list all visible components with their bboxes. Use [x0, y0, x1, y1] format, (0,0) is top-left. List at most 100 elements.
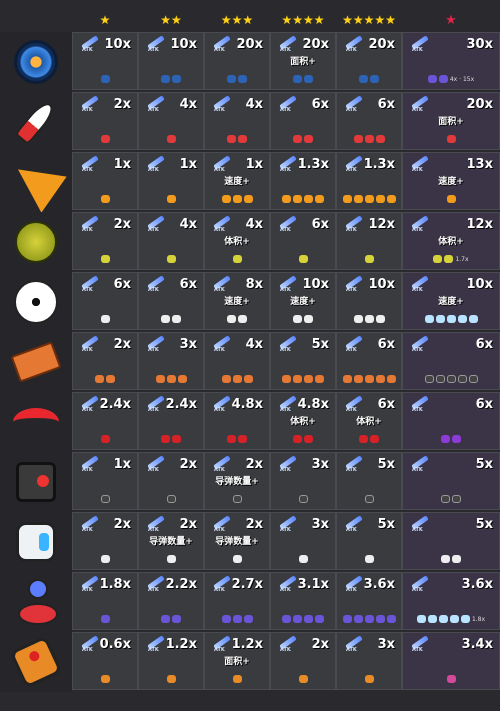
projectile-icon [238, 435, 247, 443]
projectile-icon [441, 555, 450, 563]
projectile-icon [304, 135, 313, 143]
upgrade-cell: ATK 6x [270, 92, 336, 150]
drill-weapon-cell[interactable] [0, 151, 72, 213]
attack-multiplier: 3.6x [363, 577, 395, 592]
attack-multiplier: 3.6x [461, 577, 493, 592]
sword-icon: ATK [343, 635, 365, 653]
projectile-count [139, 135, 203, 143]
sword-icon: ATK [79, 35, 101, 53]
projectile-icon [444, 255, 454, 263]
projectile-icon [386, 375, 396, 383]
projectile-count [205, 495, 269, 503]
projectile-icon [353, 195, 363, 203]
sword-icon: ATK [79, 335, 101, 353]
projectile-count [403, 675, 499, 683]
projectile-count [73, 75, 137, 83]
projectile-icon [95, 375, 104, 383]
attack-multiplier: 6x [377, 337, 395, 352]
projectile-icon [435, 375, 445, 383]
boomer-weapon-cell[interactable] [0, 392, 72, 452]
rocket-weapon-cell[interactable] [0, 92, 72, 152]
upgrade-cell: ATK 3x [270, 512, 336, 570]
projectile-icon [238, 75, 247, 83]
projectile-icon [298, 555, 308, 563]
atk-label: ATK [412, 167, 423, 173]
weapon-row-lamp: ATK 1.8x ATK 2.2x ATK 2.7x ATK 3.1x ATK 3.6x ATK 3.… [0, 572, 500, 632]
projectile-icon [106, 375, 115, 383]
upgrade-cell: ATK 1.3x [270, 152, 336, 210]
atk-label: ATK [412, 107, 423, 113]
atk-label: ATK [214, 587, 225, 593]
sword-icon: ATK [79, 215, 101, 233]
projectile-count [73, 495, 137, 503]
projectile-icon [342, 195, 352, 203]
projectile-count [337, 435, 401, 443]
projectile-count [205, 435, 269, 443]
sword-icon: ATK [79, 95, 101, 113]
projectile-count [403, 435, 499, 443]
upgrade-cell: ATK 5x [270, 332, 336, 390]
projectile-count [205, 75, 269, 83]
upgrade-cell: ATK 1.8x [72, 572, 138, 630]
projectile-icon [315, 195, 324, 203]
projectile-count [73, 135, 137, 143]
durian-weapon-cell[interactable] [0, 212, 72, 272]
sword-icon: ATK [409, 215, 431, 233]
attack-multiplier: 30x [466, 37, 493, 52]
bonus-note: 速度+ [438, 297, 464, 307]
sword-icon: ATK [145, 515, 167, 533]
upgrade-cell: ATK 2x [138, 452, 204, 510]
projectile-icon [353, 135, 363, 143]
sword-icon: ATK [211, 515, 233, 533]
star-level-2: ★★ [138, 0, 204, 32]
weapon-row-pod: ATK 2x ATK 2x 导弹数量+ ATK 2x 导弹数量+ ATK 3x ATK 5x ATK 5x [0, 512, 500, 572]
atk-label: ATK [280, 587, 291, 593]
attack-multiplier: 10x [368, 277, 395, 292]
upgrade-cell: ATK 10x [138, 32, 204, 90]
extra-multiplier: 4x · 15x [449, 76, 475, 83]
pod-weapon-cell[interactable] [0, 512, 72, 572]
sword-icon: ATK [343, 335, 365, 353]
upgrade-cell: ATK 12x 体积+ 1.7x [402, 212, 500, 270]
atk-label: ATK [214, 347, 225, 353]
projectile-icon [100, 255, 110, 263]
projectile-count [139, 375, 203, 383]
weapon-row-joy: ATK 0.6x ATK 1.2x ATK 1.2x 面积+ ATK 2x ATK 3x ATK 3.4… [0, 632, 500, 692]
bonus-note: 面积+ [224, 657, 250, 667]
attack-multiplier: 10x [302, 277, 329, 292]
attack-multiplier: 5x [377, 517, 395, 532]
brick-weapon-cell[interactable] [0, 332, 72, 392]
robot-icon [16, 462, 56, 502]
gyro-weapon-cell[interactable] [0, 32, 72, 92]
projectile-icon [441, 435, 450, 443]
sword-icon: ATK [343, 275, 365, 293]
upgrade-cell: ATK 5x [336, 512, 402, 570]
atk-label: ATK [346, 287, 357, 293]
robot-weapon-cell[interactable] [0, 452, 72, 512]
attack-multiplier: 3.1x [297, 577, 329, 592]
sword-icon: ATK [343, 95, 365, 113]
projectile-icon [364, 255, 374, 263]
weapon-row-durian: ATK 2x ATK 4x ATK 4x 体积+ ATK 6x ATK 12x ATK 12x 体积+ 1.… [0, 212, 500, 272]
joy-weapon-cell[interactable] [0, 632, 72, 692]
upgrade-cell: ATK 1.3x [336, 152, 402, 210]
upgrade-cell: ATK 2x [72, 332, 138, 390]
projectile-icon [364, 675, 374, 683]
ball-weapon-cell[interactable] [0, 272, 72, 332]
bonus-note: 导弹数量+ [215, 477, 259, 487]
attack-multiplier: 5x [377, 457, 395, 472]
projectile-icon [452, 495, 461, 503]
atk-label: ATK [148, 347, 159, 353]
projectile-icon [435, 315, 445, 323]
attack-multiplier: 10x [170, 37, 197, 52]
projectile-icon [364, 615, 374, 623]
upgrade-cell: ATK 6x [336, 92, 402, 150]
projectile-count [139, 255, 203, 263]
projectile-count [337, 555, 401, 563]
atk-label: ATK [148, 287, 159, 293]
projectile-icon [161, 435, 170, 443]
upgrade-cell: ATK 2.4x [138, 392, 204, 450]
lamp-weapon-cell[interactable] [0, 572, 72, 632]
bonus-note: 面积+ [290, 57, 316, 67]
projectile-count [337, 195, 401, 203]
